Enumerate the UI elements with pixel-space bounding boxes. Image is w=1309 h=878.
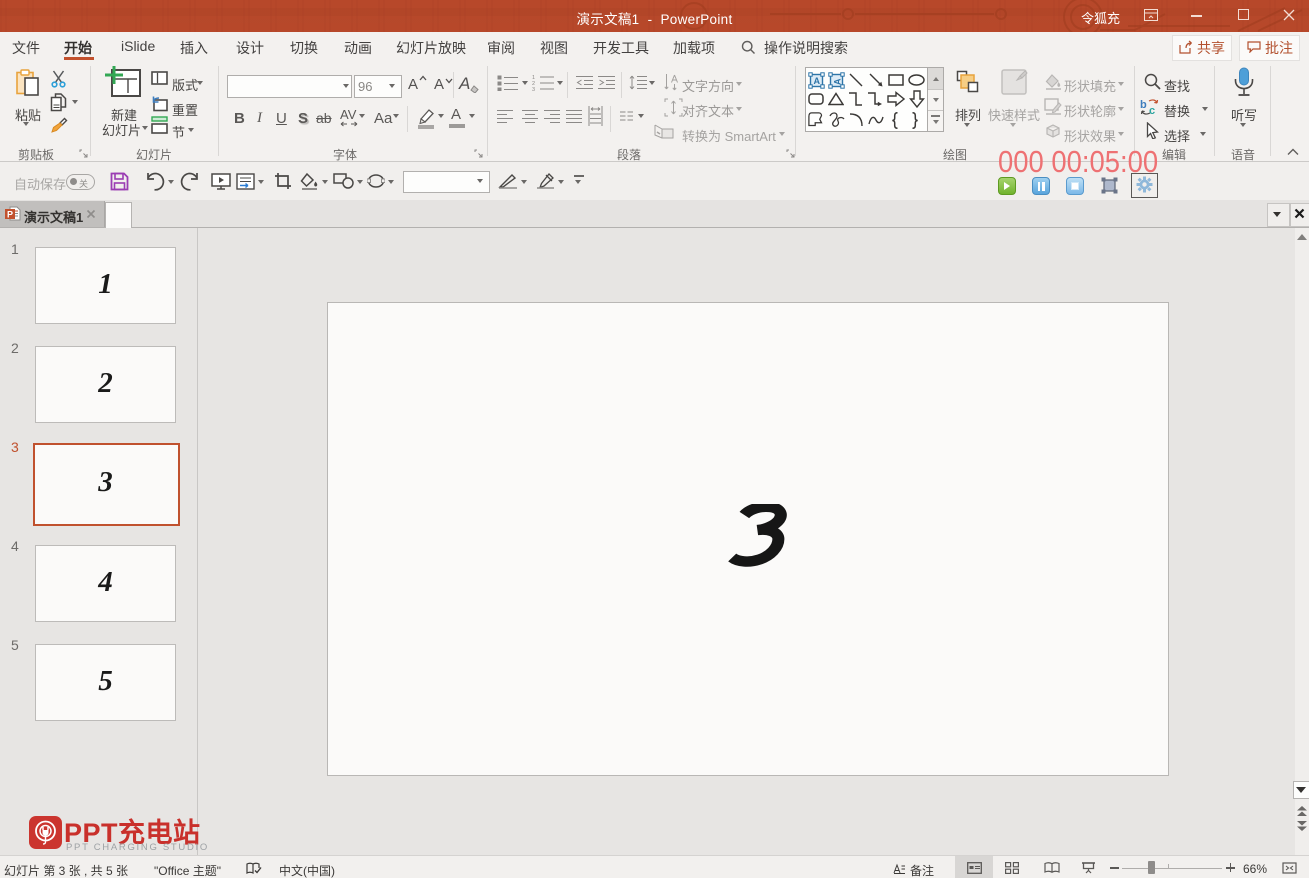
svg-text:A: A: [814, 76, 821, 86]
svg-text:c: c: [1149, 105, 1155, 116]
svg-text:3: 3: [532, 87, 535, 91]
svg-text:A: A: [833, 78, 843, 85]
svg-text:P: P: [7, 210, 13, 220]
svg-text:b: b: [1140, 99, 1147, 111]
